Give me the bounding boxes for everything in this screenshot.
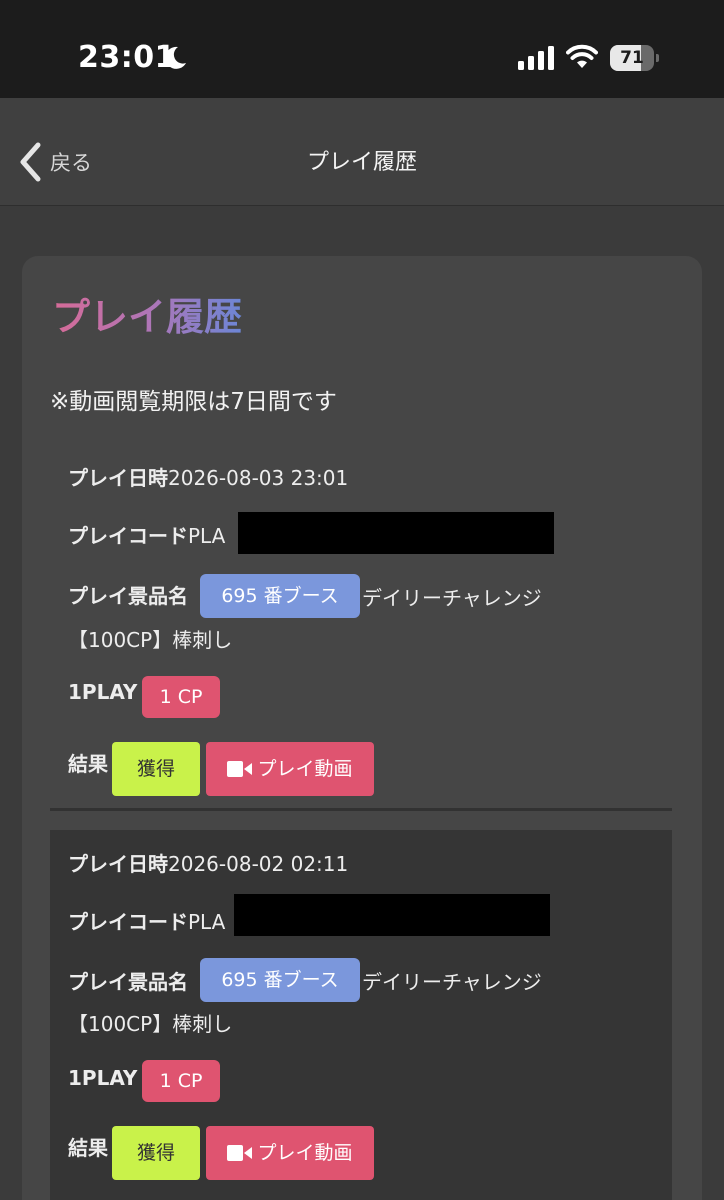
history-card: プレイ履歴 ※動画閲覧期限は7日間です プレイ日時2026-08-03 23:0…	[22, 256, 702, 1200]
prize-label: プレイ景品名	[68, 970, 188, 994]
play-datetime-value: 2026-08-03 23:01	[168, 466, 349, 490]
result-badge: 獲得	[112, 742, 200, 796]
result-label: 結果	[68, 752, 108, 776]
result-row: 結果	[68, 1132, 108, 1161]
play-record: プレイ日時2026-08-02 02:11 プレイコードPLA プレイ景品名 6…	[50, 830, 672, 1200]
play-code-row: プレイコードPLA	[68, 906, 225, 935]
cost-row: 1PLAY	[68, 680, 137, 704]
play-video-label: プレイ動画	[257, 1142, 353, 1164]
cost-label: 1PLAY	[68, 1066, 138, 1090]
play-video-label: プレイ動画	[257, 758, 353, 780]
play-datetime-label: プレイ日時	[68, 466, 168, 490]
page-heading: プレイ履歴	[52, 286, 242, 341]
play-code-value: PLA	[188, 524, 226, 548]
prize-name-detail: 【100CP】棒刺し	[68, 1012, 233, 1036]
signal-icon	[518, 46, 554, 70]
cost-label: 1PLAY	[68, 680, 138, 704]
nav-bar: 戻る プレイ履歴	[0, 98, 724, 206]
play-code-label: プレイコード	[68, 910, 188, 934]
video-expiry-notice: ※動画閲覧期限は7日間です	[50, 389, 337, 415]
battery-icon: 71	[610, 45, 659, 71]
result-row: 結果	[68, 748, 108, 777]
nav-title: プレイ履歴	[306, 150, 417, 175]
video-camera-icon	[227, 761, 253, 777]
booth-badge: 695 番ブース	[200, 574, 360, 618]
prize-label: プレイ景品名	[68, 584, 188, 608]
result-badge: 獲得	[112, 1126, 200, 1180]
video-camera-icon	[227, 1145, 253, 1161]
cp-badge: 1 CP	[142, 676, 220, 718]
redacted-code	[238, 512, 554, 554]
prize-name-detail: 【100CP】棒刺し	[68, 628, 233, 652]
wifi-icon	[566, 44, 598, 68]
play-code-row: プレイコードPLA	[68, 520, 225, 549]
prize-name: デイリーチャレンジ	[362, 586, 542, 610]
prize-row: プレイ景品名	[68, 580, 188, 609]
play-code-label: プレイコード	[68, 524, 188, 548]
play-code-value: PLA	[188, 910, 226, 934]
battery-percent: 71	[620, 48, 644, 68]
play-datetime-label: プレイ日時	[68, 852, 168, 876]
moon-icon	[165, 46, 186, 69]
play-video-button[interactable]: プレイ動画	[206, 1126, 374, 1180]
booth-badge: 695 番ブース	[200, 958, 360, 1002]
play-datetime-value: 2026-08-02 02:11	[168, 852, 349, 876]
result-label: 結果	[68, 1136, 108, 1160]
redacted-code	[234, 894, 550, 936]
play-datetime-row: プレイ日時2026-08-02 02:11	[68, 848, 348, 877]
cost-row: 1PLAY	[68, 1066, 137, 1090]
prize-name: デイリーチャレンジ	[362, 970, 542, 994]
play-record: プレイ日時2026-08-03 23:01 プレイコードPLA プレイ景品名 6…	[50, 442, 672, 796]
status-bar: 23:01 71	[0, 0, 724, 98]
record-divider	[50, 808, 672, 811]
prize-row: プレイ景品名	[68, 966, 188, 995]
play-datetime-row: プレイ日時2026-08-03 23:01	[68, 462, 348, 491]
play-video-button[interactable]: プレイ動画	[206, 742, 374, 796]
cp-badge: 1 CP	[142, 1060, 220, 1102]
